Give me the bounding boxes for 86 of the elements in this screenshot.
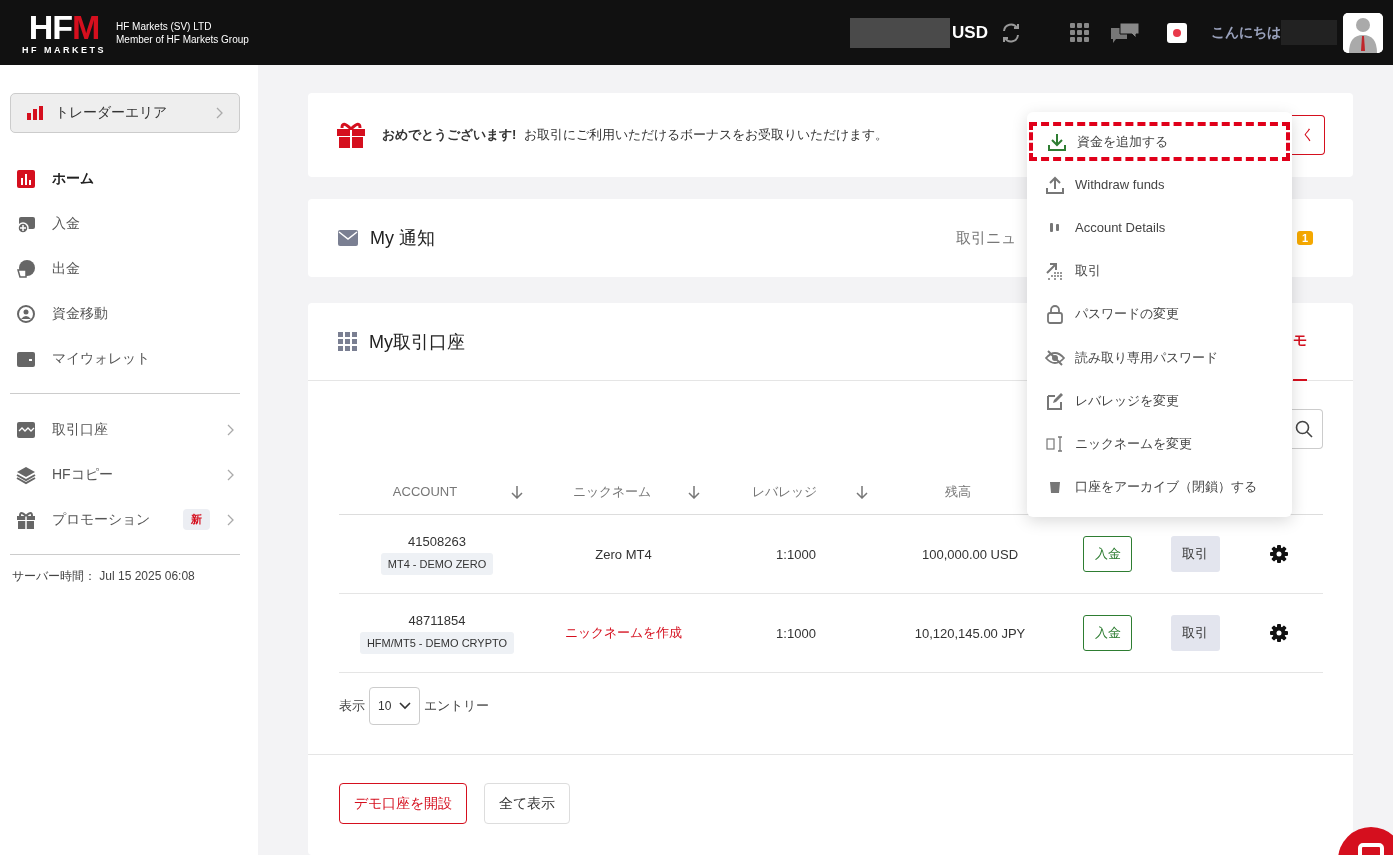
open-demo-button[interactable]: デモ口座を開設 bbox=[339, 783, 467, 824]
menu-item[interactable]: Account Details bbox=[1027, 206, 1292, 250]
mail-icon bbox=[338, 230, 358, 246]
layers-icon bbox=[16, 464, 36, 485]
refresh-icon[interactable] bbox=[1000, 21, 1022, 44]
deposit-button[interactable]: 入金 bbox=[1083, 536, 1132, 572]
logo[interactable]: HFM HF MARKETS bbox=[22, 10, 106, 55]
sidebar-item[interactable]: プロモーション 新 bbox=[10, 497, 240, 542]
grid-icon bbox=[338, 332, 357, 351]
lock-icon bbox=[1045, 304, 1065, 325]
trade-button[interactable]: 取引 bbox=[1170, 536, 1220, 572]
chevron-icon bbox=[215, 107, 223, 119]
sidebar-item[interactable]: 出金 bbox=[10, 246, 240, 291]
menu-item[interactable]: 読み取り専用パスワード bbox=[1027, 335, 1292, 380]
text-cursor-icon bbox=[1045, 433, 1065, 454]
greeting: こんにちは bbox=[1211, 23, 1281, 42]
sidebar-item[interactable]: 資金移動 bbox=[10, 291, 240, 336]
bonus-message: おめでとうございます! お取引にご利用いただけるボーナスをお受取りいただけます。 bbox=[382, 126, 888, 144]
menu-item[interactable]: パスワードの変更 bbox=[1027, 292, 1292, 336]
chat-icon[interactable] bbox=[1111, 21, 1139, 44]
show-label: 表示 bbox=[339, 697, 365, 715]
deposit-button[interactable]: 入金 bbox=[1083, 615, 1132, 651]
account-type-tag: MT4 - DEMO ZERO bbox=[380, 552, 494, 575]
menu-item[interactable]: 口座をアーカイブ（閉鎖）する bbox=[1027, 465, 1292, 509]
account-type-tag: HFM/MT5 - DEMO CRYPTO bbox=[359, 631, 515, 654]
flag-icon[interactable] bbox=[1167, 22, 1187, 43]
sidebar-item[interactable]: 取引口座 bbox=[10, 407, 240, 452]
sidebar-item[interactable]: 入金 bbox=[10, 201, 240, 246]
withdraw-icon bbox=[16, 258, 36, 279]
show-all-button[interactable]: 全て表示 bbox=[484, 783, 570, 824]
settings-icon[interactable] bbox=[1270, 545, 1288, 563]
chart-icon bbox=[16, 419, 36, 440]
card-title: My 通知 bbox=[370, 227, 435, 250]
column-header: レバレッジ bbox=[750, 482, 818, 501]
apps-grid-icon[interactable] bbox=[1070, 23, 1089, 42]
trade-button[interactable]: 取引 bbox=[1170, 615, 1220, 651]
home-icon bbox=[16, 168, 36, 189]
sidebar-item[interactable]: マイウォレット bbox=[10, 336, 240, 381]
card-title: My取引口座 bbox=[369, 330, 465, 354]
chevron-icon bbox=[226, 513, 234, 526]
currency-label: USD bbox=[952, 22, 988, 43]
column-header: ニックネーム bbox=[571, 482, 652, 501]
column-header: ACCOUNT bbox=[391, 484, 459, 499]
leverage: 1:1000 bbox=[776, 546, 816, 562]
server-time: サーバー時間： Jul 15 2025 06:08 bbox=[11, 568, 196, 585]
chevron-icon bbox=[226, 423, 234, 436]
search-icon bbox=[1294, 420, 1313, 438]
sort-arrow-icon[interactable] bbox=[856, 484, 868, 499]
sort-arrow-icon[interactable] bbox=[511, 484, 523, 499]
bar-chart-icon bbox=[27, 106, 43, 120]
menu-item[interactable]: ニックネームを変更 bbox=[1027, 422, 1292, 466]
menu-item[interactable]: Withdraw funds bbox=[1027, 163, 1292, 207]
account-number: 41508263 bbox=[408, 533, 466, 549]
gift-icon bbox=[16, 509, 36, 530]
sidebar-item[interactable]: HFコピー bbox=[10, 452, 240, 497]
entries-label: エントリー bbox=[424, 697, 490, 715]
menu-item[interactable]: レバレッジを変更 bbox=[1027, 379, 1292, 423]
eye-slash-icon bbox=[1045, 347, 1065, 368]
edit-icon bbox=[1045, 390, 1065, 411]
balance: 10,120,145.00 JPY bbox=[914, 625, 1026, 641]
account-number: 48711854 bbox=[408, 612, 466, 628]
upload-icon bbox=[1045, 174, 1065, 195]
trend-arrow-icon bbox=[1045, 261, 1065, 282]
company-name: HF Markets (SV) LTD Member of HF Markets Group bbox=[116, 19, 249, 46]
download-icon bbox=[1047, 131, 1067, 152]
chevron-icon bbox=[226, 468, 234, 481]
create-nickname-link[interactable]: ニックネームを作成 bbox=[565, 624, 682, 642]
avatar-icon[interactable] bbox=[1343, 12, 1383, 53]
menu-item[interactable]: 資金を追加する bbox=[1027, 120, 1292, 164]
nickname: Zero MT4 bbox=[595, 546, 652, 562]
new-badge: 新 bbox=[183, 509, 210, 530]
transfer-icon bbox=[16, 303, 36, 324]
news-tab[interactable]: 取引ニュ bbox=[955, 228, 1016, 248]
count-badge: 1 bbox=[1296, 231, 1313, 245]
claim-button[interactable]: く bbox=[1292, 115, 1325, 155]
leverage: 1:1000 bbox=[776, 625, 816, 641]
sort-arrow-icon[interactable] bbox=[688, 484, 700, 499]
gift-icon bbox=[336, 122, 366, 148]
sidebar-item[interactable]: ホーム bbox=[10, 156, 240, 201]
balance: 100,000.00 USD bbox=[921, 546, 1019, 562]
trader-area-button[interactable]: トレーダーエリア bbox=[10, 93, 240, 133]
caret-icon bbox=[399, 702, 412, 710]
column-header: 残高 bbox=[944, 482, 972, 501]
page-size-select[interactable]: 10 bbox=[369, 687, 421, 725]
settings-icon[interactable] bbox=[1270, 624, 1288, 642]
menu-item[interactable]: 取引 bbox=[1027, 249, 1292, 293]
